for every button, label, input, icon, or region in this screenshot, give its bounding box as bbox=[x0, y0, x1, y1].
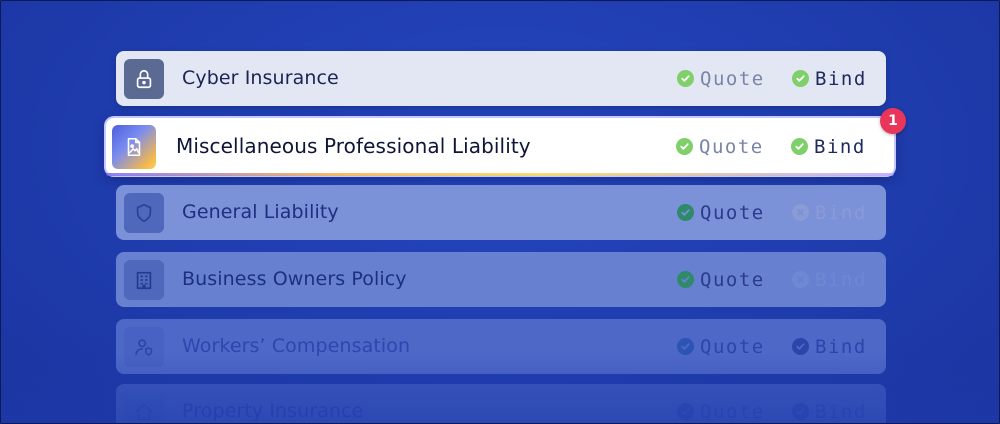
product-name: Business Owners Policy bbox=[182, 268, 407, 290]
bind-status: Bind bbox=[792, 384, 867, 423]
check-circle-icon bbox=[791, 138, 808, 155]
check-circle-icon bbox=[677, 204, 694, 221]
product-name: Workers’ Compensation bbox=[182, 335, 411, 357]
quote-status: Quote bbox=[676, 118, 764, 175]
quote-status: Quote bbox=[677, 252, 765, 307]
product-row-misc-professional-liability[interactable]: Miscellaneous Professional Liability Quo… bbox=[106, 108, 906, 176]
check-circle-icon bbox=[676, 138, 693, 155]
building-icon bbox=[124, 260, 164, 300]
bind-status: Bind bbox=[792, 319, 867, 374]
product-row-cyber-insurance[interactable]: Cyber Insurance Quote Bind bbox=[116, 51, 886, 106]
check-circle-icon bbox=[792, 403, 809, 420]
check-circle-icon bbox=[792, 338, 809, 355]
check-circle-icon bbox=[792, 70, 809, 87]
shield-icon bbox=[124, 193, 164, 233]
check-circle-icon bbox=[677, 338, 694, 355]
quote-status: Quote bbox=[677, 185, 765, 240]
document-image-icon bbox=[112, 125, 156, 169]
bind-status: Bind bbox=[791, 118, 866, 175]
x-circle-icon bbox=[792, 204, 809, 221]
user-shield-icon bbox=[124, 327, 164, 367]
notification-badge: 1 bbox=[880, 108, 906, 134]
product-name: General Liability bbox=[182, 201, 339, 223]
product-row-general-liability[interactable]: General Liability Quote Bind bbox=[116, 185, 886, 240]
product-name: Miscellaneous Professional Liability bbox=[176, 134, 531, 158]
product-name: Cyber Insurance bbox=[182, 67, 339, 89]
check-circle-icon bbox=[677, 271, 694, 288]
lock-icon bbox=[124, 59, 164, 99]
check-circle-icon bbox=[677, 403, 694, 420]
product-row-workers-compensation[interactable]: Workers’ Compensation Quote Bind bbox=[116, 319, 886, 374]
product-row-property-insurance[interactable]: Property Insurance Quote Bind bbox=[116, 384, 886, 423]
bind-status: Bind bbox=[792, 252, 867, 307]
quote-status: Quote bbox=[677, 384, 765, 423]
product-name: Property Insurance bbox=[182, 400, 364, 422]
quote-status: Quote bbox=[677, 319, 765, 374]
check-circle-icon bbox=[677, 70, 694, 87]
bind-status: Bind bbox=[792, 51, 867, 106]
house-icon bbox=[124, 392, 164, 423]
quote-status: Quote bbox=[677, 51, 765, 106]
product-row-business-owners-policy[interactable]: Business Owners Policy Quote Bind bbox=[116, 252, 886, 307]
x-circle-icon bbox=[792, 271, 809, 288]
product-list-canvas: Cyber Insurance Quote Bind Miscellaneous… bbox=[0, 0, 1000, 424]
bind-status: Bind bbox=[792, 185, 867, 240]
